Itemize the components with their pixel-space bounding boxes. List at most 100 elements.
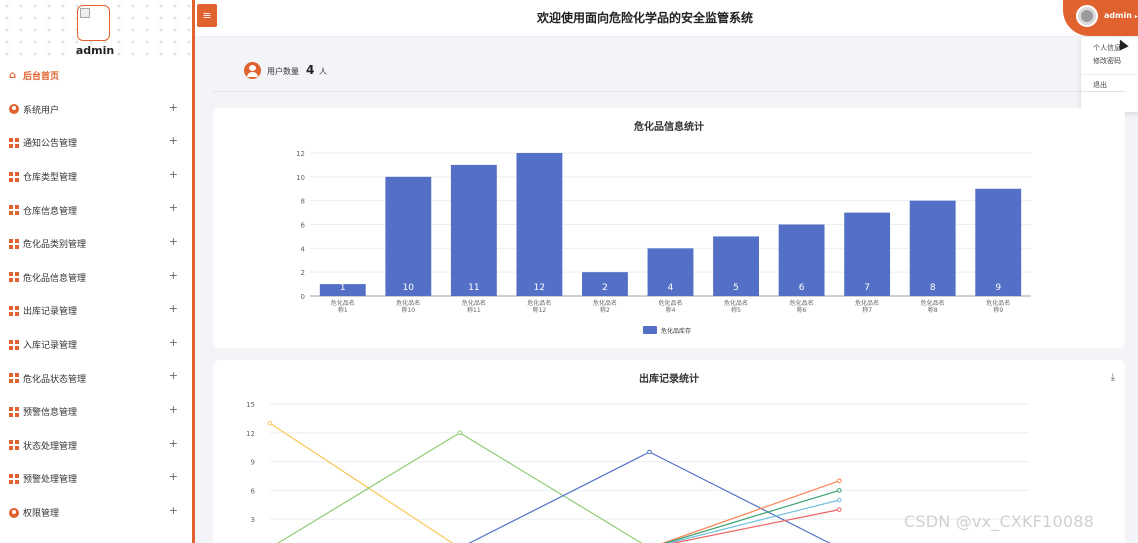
watermark: CSDN @vx_CXKF10088 bbox=[904, 512, 1094, 531]
expand-plus-icon[interactable]: + bbox=[169, 101, 178, 114]
bar bbox=[450, 164, 497, 296]
sidebar-menu: ⌂ 后台首页 系统用户 + 通知公告管理 + 仓库类型管理 + 仓库信息管理 + 危化品类别管理 + 危… bbox=[0, 59, 192, 529]
sidebar-item-label: 后台首页 bbox=[23, 72, 60, 83]
bar-data-label: 1 bbox=[340, 283, 346, 293]
sidebar-item-label: 预警信息管理 bbox=[23, 408, 78, 419]
bar-data-label: 10 bbox=[403, 283, 415, 293]
expand-plus-icon[interactable]: + bbox=[169, 201, 178, 214]
user-avatar-icon bbox=[1076, 5, 1098, 27]
expand-plus-icon[interactable]: + bbox=[169, 235, 178, 248]
avatar[interactable] bbox=[77, 5, 110, 41]
user-name-label: admin ▸ bbox=[1104, 11, 1138, 20]
home-icon: ⌂ bbox=[9, 69, 17, 81]
y-tick-label: 9 bbox=[251, 459, 255, 467]
y-tick-label: 4 bbox=[301, 245, 306, 253]
expand-plus-icon[interactable]: + bbox=[169, 504, 178, 517]
expand-plus-icon[interactable]: + bbox=[169, 134, 178, 147]
grid-icon bbox=[9, 473, 19, 484]
bar-data-label: 4 bbox=[668, 283, 674, 293]
x-tick-label: 称7 bbox=[862, 306, 872, 314]
sidebar-item-5[interactable]: 危化品类别管理 + bbox=[0, 227, 192, 261]
x-tick-label: 称8 bbox=[928, 306, 938, 314]
bar-data-label: 6 bbox=[799, 283, 805, 293]
series-line bbox=[269, 422, 454, 543]
user-icon bbox=[9, 104, 19, 115]
sidebar-item-7[interactable]: 出库记录管理 + bbox=[0, 294, 192, 328]
bar bbox=[516, 153, 563, 296]
sidebar-item-label: 通知公告管理 bbox=[23, 139, 78, 150]
expand-plus-icon[interactable]: + bbox=[169, 403, 178, 416]
grid-icon bbox=[9, 440, 19, 451]
sidebar-item-label: 危化品状态管理 bbox=[23, 374, 87, 385]
x-tick-label: 称10 bbox=[401, 306, 415, 314]
user-count-icon bbox=[244, 62, 261, 79]
bar-data-label: 7 bbox=[864, 283, 870, 293]
user-icon bbox=[9, 507, 19, 518]
sidebar-item-13[interactable]: 权限管理 + bbox=[0, 496, 192, 530]
x-tick-label: 称1 bbox=[338, 306, 348, 314]
legend-label: 危化品库存 bbox=[661, 327, 691, 335]
data-point bbox=[836, 507, 842, 512]
x-tick-label: 称11 bbox=[467, 306, 481, 314]
sidebar-item-label: 危化品信息管理 bbox=[23, 273, 87, 284]
x-tick-label: 称6 bbox=[797, 306, 807, 314]
grid-icon bbox=[9, 205, 19, 216]
grid-icon bbox=[9, 171, 19, 182]
sidebar: admin ⌂ 后台首页 系统用户 + 通知公告管理 + 仓库类型管理 + 仓库信息管理 + 危化品… bbox=[0, 0, 195, 543]
expand-plus-icon[interactable]: + bbox=[169, 470, 178, 483]
expand-plus-icon[interactable]: + bbox=[169, 302, 178, 315]
grid-icon bbox=[9, 406, 19, 417]
expand-plus-icon[interactable]: + bbox=[169, 437, 178, 450]
x-tick-label: 危化品名 bbox=[724, 299, 748, 307]
x-tick-label: 危化品名 bbox=[396, 299, 420, 307]
y-tick-label: 12 bbox=[246, 430, 255, 438]
x-tick-label: 危化品名 bbox=[855, 299, 879, 307]
sidebar-item-3[interactable]: 仓库类型管理 + bbox=[0, 160, 192, 194]
x-tick-label: 危化品名 bbox=[331, 299, 355, 307]
broken-image-icon bbox=[80, 8, 90, 18]
sidebar-item-1[interactable]: 系统用户 + bbox=[0, 93, 192, 127]
bar-chart: 0 2 4 6 8 10 12 1 危化品名称1 10 危化品名称10 11 危化品名称11 12 危化品名… bbox=[296, 150, 1031, 335]
sidebar-item-label: 状态处理管理 bbox=[23, 441, 78, 452]
series-line bbox=[277, 432, 643, 543]
sidebar-item-2[interactable]: 通知公告管理 + bbox=[0, 126, 192, 160]
x-tick-label: 称12 bbox=[533, 306, 547, 314]
topbar: ≡ 欢迎使用面向危险化学品的安全监管系统 admin ▸ bbox=[195, 0, 1138, 37]
sidebar-item-4[interactable]: 仓库信息管理 + bbox=[0, 193, 192, 227]
y-tick-label: 3 bbox=[251, 516, 255, 524]
x-tick-label: 危化品名 bbox=[658, 299, 682, 307]
caret-icon: ▸ bbox=[1134, 13, 1138, 20]
user-menu-button[interactable]: admin ▸ bbox=[1063, 0, 1138, 36]
sidebar-item-10[interactable]: 预警信息管理 + bbox=[0, 395, 192, 429]
x-tick-label: 危化品名 bbox=[527, 299, 551, 307]
grid-icon bbox=[9, 373, 19, 384]
sidebar-item-label: 仓库类型管理 bbox=[23, 173, 78, 184]
sidebar-item-6[interactable]: 危化品信息管理 + bbox=[0, 261, 192, 295]
expand-plus-icon[interactable]: + bbox=[169, 269, 178, 282]
x-tick-label: 危化品名 bbox=[986, 299, 1010, 307]
y-tick-label: 12 bbox=[296, 150, 305, 158]
y-tick-label: 0 bbox=[301, 293, 305, 301]
y-tick-label: 6 bbox=[301, 222, 306, 230]
expand-plus-icon[interactable]: + bbox=[169, 336, 178, 349]
sidebar-item-0[interactable]: ⌂ 后台首页 bbox=[0, 59, 192, 93]
bar-data-label: 8 bbox=[930, 283, 936, 293]
stats-row: 用户数量 4 人 bbox=[213, 54, 1125, 92]
expand-plus-icon[interactable]: + bbox=[169, 369, 178, 382]
sidebar-item-11[interactable]: 状态处理管理 + bbox=[0, 429, 192, 463]
series-line bbox=[663, 489, 840, 543]
page-title: 欢迎使用面向危险化学品的安全监管系统 bbox=[536, 11, 753, 25]
bar-data-label: 12 bbox=[534, 283, 545, 293]
sidebar-item-label: 入库记录管理 bbox=[23, 341, 78, 352]
expand-plus-icon[interactable]: + bbox=[169, 168, 178, 181]
y-tick-label: 8 bbox=[301, 198, 305, 206]
sidebar-item-label: 权限管理 bbox=[23, 509, 60, 520]
sidebar-item-8[interactable]: 入库记录管理 + bbox=[0, 328, 192, 362]
sidebar-item-9[interactable]: 危化品状态管理 + bbox=[0, 361, 192, 395]
x-tick-label: 危化品名 bbox=[921, 299, 945, 307]
sidebar-item-label: 危化品类别管理 bbox=[23, 240, 87, 251]
x-tick-label: 危化品名 bbox=[790, 299, 814, 307]
x-tick-label: 危化品名 bbox=[593, 299, 617, 307]
bar-data-label: 2 bbox=[602, 283, 608, 293]
sidebar-item-12[interactable]: 预警处理管理 + bbox=[0, 462, 192, 496]
